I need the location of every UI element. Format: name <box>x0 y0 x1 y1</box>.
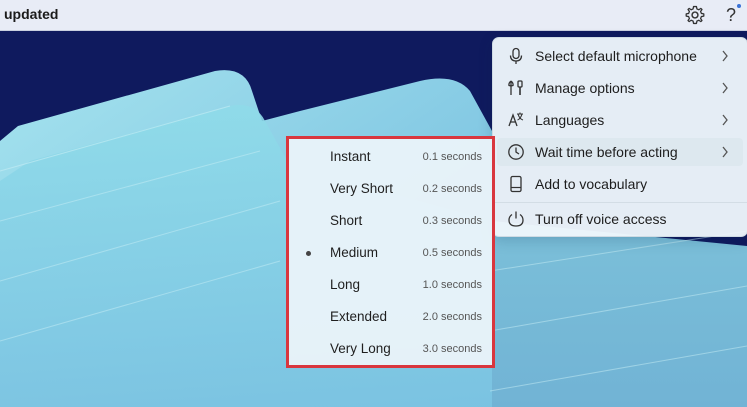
menu-item-label: Manage options <box>535 80 635 96</box>
wait-time-submenu: Instant 0.1 seconds Very Short 0.2 secon… <box>286 136 495 368</box>
menu-item-label: Turn off voice access <box>535 211 667 227</box>
menu-item-manage-options[interactable]: Manage options <box>497 74 743 102</box>
voice-access-bar: updated ? <box>0 0 747 31</box>
menu-item-label: Select default microphone <box>535 48 697 64</box>
chevron-right-icon <box>722 82 728 94</box>
power-icon <box>508 211 524 227</box>
chevron-right-icon <box>722 114 728 126</box>
menu-item-select-microphone[interactable]: Select default microphone <box>497 42 743 70</box>
selected-bullet-icon <box>306 251 311 256</box>
microphone-icon <box>509 47 523 64</box>
wait-time-option-short[interactable]: Short 0.3 seconds <box>293 207 488 235</box>
menu-item-languages[interactable]: Languages <box>497 106 743 134</box>
menu-item-label: Languages <box>535 112 605 128</box>
option-value: 2.0 seconds <box>422 311 482 323</box>
option-value: 1.0 seconds <box>422 279 482 291</box>
wait-time-option-extended[interactable]: Extended 2.0 seconds <box>293 303 488 331</box>
wait-time-option-long[interactable]: Long 1.0 seconds <box>293 271 488 299</box>
option-value: 0.3 seconds <box>422 215 482 227</box>
wait-time-option-instant[interactable]: Instant 0.1 seconds <box>293 143 488 171</box>
chevron-right-icon <box>722 146 728 158</box>
language-icon <box>508 112 524 127</box>
option-value: 3.0 seconds <box>422 343 482 355</box>
chevron-right-icon <box>722 50 728 62</box>
menu-item-wait-time[interactable]: Wait time before acting <box>497 138 743 166</box>
option-label: Extended <box>330 309 388 324</box>
option-label: Instant <box>330 149 371 164</box>
gear-icon[interactable] <box>684 4 706 26</box>
option-label: Long <box>330 277 361 292</box>
option-value: 0.2 seconds <box>422 183 482 195</box>
status-text: updated <box>4 6 59 22</box>
voice-access-settings-menu: Select default microphone Manage options… <box>492 37 747 237</box>
notebook-icon <box>510 175 522 193</box>
menu-separator <box>493 202 747 203</box>
tools-icon <box>508 80 523 95</box>
menu-item-add-vocabulary[interactable]: Add to vocabulary <box>497 170 743 198</box>
option-label: Medium <box>330 245 379 260</box>
notification-dot <box>737 4 741 8</box>
menu-item-turn-off-voice-access[interactable]: Turn off voice access <box>497 205 743 233</box>
menu-item-label: Add to vocabulary <box>535 176 648 192</box>
option-label: Very Short <box>330 181 394 196</box>
wait-time-option-very-long[interactable]: Very Long 3.0 seconds <box>293 335 488 363</box>
wait-time-option-very-short[interactable]: Very Short 0.2 seconds <box>293 175 488 203</box>
option-value: 0.5 seconds <box>422 247 482 259</box>
option-value: 0.1 seconds <box>422 151 482 163</box>
wait-time-option-medium[interactable]: Medium 0.5 seconds <box>293 239 488 267</box>
menu-item-label: Wait time before acting <box>535 144 678 160</box>
clock-icon <box>508 144 524 160</box>
option-label: Short <box>330 213 363 228</box>
option-label: Very Long <box>330 341 391 356</box>
